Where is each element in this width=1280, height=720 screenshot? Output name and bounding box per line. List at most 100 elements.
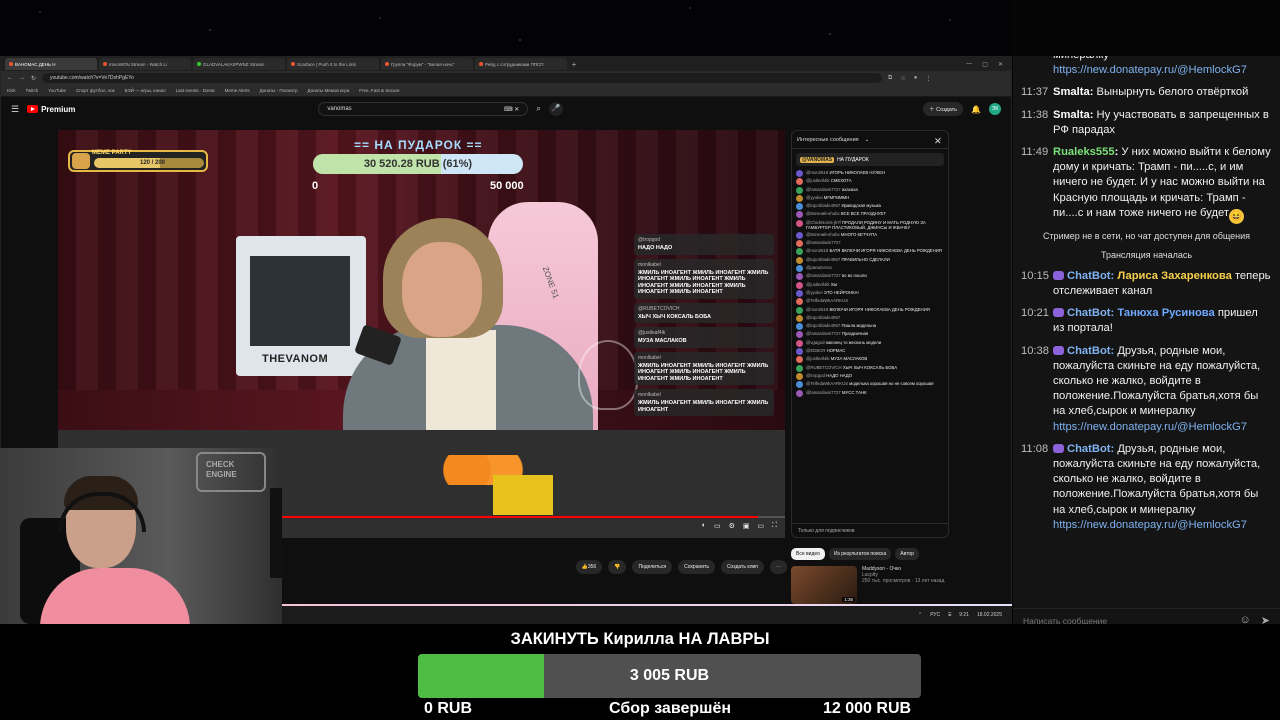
chat-username[interactable]: @yyukei bbox=[806, 290, 823, 295]
chat-mode-select[interactable]: Интересные сообщения bbox=[797, 137, 859, 143]
bookmark[interactable]: Twitch bbox=[26, 88, 39, 93]
more-actions-icon[interactable]: ⋯ bbox=[770, 560, 787, 574]
user-avatar[interactable] bbox=[796, 364, 803, 372]
chat-username[interactable]: Smalta bbox=[1053, 109, 1090, 121]
keyboard-language[interactable]: РУС bbox=[930, 612, 940, 618]
browser-tab[interactable]: Группа "Форум" - "Белая ночь" bbox=[381, 58, 473, 70]
reload-icon[interactable]: ↻ bbox=[31, 75, 36, 82]
user-avatar[interactable] bbox=[796, 289, 803, 297]
mic-icon[interactable]: 🎤 bbox=[548, 102, 563, 116]
miniplayer-icon[interactable]: ▣ bbox=[743, 522, 750, 530]
recommended-video[interactable]: 1:36 Maddyson - Очко Lacplty 250 тыс. пр… bbox=[791, 566, 951, 604]
menu-icon[interactable]: ⋮ bbox=[925, 75, 931, 82]
chat-username[interactable]: @ChickNorris-jk7f bbox=[806, 220, 841, 225]
browser-tab[interactable]: Рейд с сотрудниками ППСП bbox=[475, 58, 567, 70]
chat-username[interactable]: @lamardavis7727 bbox=[806, 187, 841, 192]
chat-username[interactable]: @EDBCR bbox=[806, 348, 825, 353]
bell-icon[interactable]: 🔔 bbox=[971, 105, 981, 114]
chat-username[interactable]: @justleaf4ik bbox=[806, 282, 829, 287]
rec-tab[interactable]: Из результатов поиска bbox=[828, 548, 892, 560]
theater-icon[interactable]: ▭ bbox=[757, 522, 764, 530]
keyboard-clear-icon[interactable]: ⌨ ✕ bbox=[504, 106, 519, 113]
star-icon[interactable]: ☆ bbox=[900, 75, 905, 82]
chat-username[interactable]: @Евгений-ehobx bbox=[806, 211, 840, 216]
close-chat-icon[interactable]: ✕ bbox=[934, 136, 942, 147]
user-avatar[interactable] bbox=[796, 314, 803, 322]
chat-username[interactable]: @lamardavis7727 bbox=[806, 273, 841, 278]
browser-tab[interactable]: GLADVALAKASPWNZ Stream bbox=[193, 58, 285, 70]
user-avatar[interactable] bbox=[796, 231, 803, 239]
user-avatar[interactable] bbox=[796, 219, 803, 227]
bookmark[interactable]: БЭЙ — игры, канал bbox=[125, 88, 166, 93]
bookmark[interactable]: YouTube bbox=[48, 88, 66, 93]
user-avatar[interactable] bbox=[796, 372, 803, 380]
user-avatar[interactable] bbox=[796, 323, 803, 331]
chat-username[interactable]: @mon2618 bbox=[806, 307, 828, 312]
maximize-icon[interactable]: ▢ bbox=[982, 61, 988, 68]
rec-tab[interactable]: Все видео bbox=[791, 548, 825, 560]
donation-link[interactable]: https://new.donatepay.ru/@HemlockG7 bbox=[1053, 64, 1247, 76]
search-input[interactable]: vanomas ⌨ ✕ bbox=[318, 102, 529, 116]
donation-link[interactable]: https://new.donatepay.ru/@HemlockG7 bbox=[1053, 421, 1247, 433]
chat-username[interactable]: @TelfedaWkAARKUS bbox=[806, 381, 848, 386]
browser-tab[interactable]: ВАНОМАС ДЕНЬ Н bbox=[5, 58, 97, 70]
chat-username[interactable]: @lamardavis7727 bbox=[806, 331, 841, 336]
chat-username[interactable]: Rualeks555 bbox=[1053, 146, 1115, 158]
user-avatar[interactable] bbox=[796, 356, 803, 364]
profile-icon[interactable]: ● bbox=[914, 75, 918, 82]
chat-username[interactable]: ChatBot bbox=[1067, 270, 1111, 282]
chat-username[interactable]: Smalta bbox=[1053, 86, 1090, 98]
search-icon[interactable]: ⌕ bbox=[536, 104, 540, 114]
bookmark[interactable]: Free, Fast & Secure bbox=[359, 88, 399, 93]
autoplay-toggle-icon[interactable]: ◐ bbox=[702, 522, 706, 530]
chat-username[interactable]: @yyukei bbox=[806, 195, 823, 200]
fullscreen-icon[interactable]: ⛶ bbox=[772, 522, 777, 530]
subtitles-icon[interactable]: ▭ bbox=[714, 522, 721, 530]
network-icon[interactable]: ⌸ bbox=[948, 612, 951, 618]
chat-username[interactable]: @justleaf4ik bbox=[806, 356, 829, 361]
forward-icon[interactable]: → bbox=[19, 75, 25, 81]
user-avatar[interactable] bbox=[796, 273, 803, 281]
user-avatar[interactable] bbox=[796, 170, 803, 177]
chat-username[interactable]: @mon2618 bbox=[806, 248, 828, 253]
user-avatar[interactable] bbox=[796, 248, 803, 256]
bookmark[interactable]: Донаты Мемов игра bbox=[307, 88, 349, 93]
new-tab-icon[interactable]: + bbox=[569, 60, 579, 69]
url-field[interactable]: youtube.com/watch?v=Ve7DshPgEYo bbox=[42, 73, 883, 83]
chat-username[interactable]: ChatBot bbox=[1067, 443, 1111, 455]
youtube-logo[interactable]: Premium bbox=[27, 105, 75, 114]
donation-link[interactable]: https://new.donatepay.ru/@HemlockG7 bbox=[1053, 519, 1247, 531]
chat-username[interactable]: @toporblade4957 bbox=[806, 323, 840, 328]
create-button[interactable]: ＋ Создать bbox=[923, 102, 964, 116]
user-avatar[interactable] bbox=[796, 178, 803, 186]
chat-username[interactable]: @toporblade4957 bbox=[806, 203, 840, 208]
user-avatar[interactable] bbox=[796, 194, 803, 202]
user-avatar[interactable] bbox=[796, 306, 803, 314]
browser-tab[interactable]: Scarface | Push It to the Limit bbox=[287, 58, 379, 70]
chat-username[interactable]: ChatBot bbox=[1067, 345, 1111, 357]
bookmark[interactable]: Last events · Donat bbox=[176, 88, 215, 93]
chat-username[interactable]: @TelfedaWkAARKUS bbox=[806, 298, 848, 303]
chat-username[interactable]: @toporblade4957 bbox=[806, 315, 840, 320]
chat-username[interactable]: @justleaf4ik bbox=[806, 178, 829, 183]
extensions-icon[interactable]: ⧉ bbox=[888, 75, 892, 82]
rec-tab[interactable]: Автор bbox=[895, 548, 919, 560]
tray-icon[interactable]: ⌃ bbox=[918, 612, 922, 618]
chat-username[interactable]: @toporblade4957 bbox=[806, 257, 840, 262]
clip-button[interactable]: Создать клип bbox=[720, 560, 764, 574]
chat-username[interactable]: @mon2618 bbox=[806, 170, 828, 175]
user-avatar[interactable] bbox=[796, 348, 803, 356]
back-icon[interactable]: ← bbox=[7, 75, 13, 81]
user-avatar[interactable] bbox=[796, 281, 803, 289]
chat-username[interactable]: ChatBot bbox=[1067, 307, 1111, 319]
chat-username[interactable]: @panamerso bbox=[806, 265, 832, 270]
chat-username[interactable]: @Евгений-ehobx bbox=[806, 232, 840, 237]
chat-username[interactable]: @lamardavis7727 bbox=[806, 240, 841, 245]
minimize-icon[interactable]: — bbox=[966, 61, 972, 68]
avatar[interactable]: ЭК bbox=[989, 103, 1001, 115]
user-avatar[interactable] bbox=[796, 298, 803, 306]
pinned-message[interactable]: @VANOMAS НА ПУДАРОК bbox=[796, 153, 944, 166]
user-avatar[interactable] bbox=[796, 331, 803, 339]
browser-tab[interactable]: ImsoWON Stream - Watch Li bbox=[99, 58, 191, 70]
bookmark[interactable]: Kick bbox=[7, 88, 16, 93]
